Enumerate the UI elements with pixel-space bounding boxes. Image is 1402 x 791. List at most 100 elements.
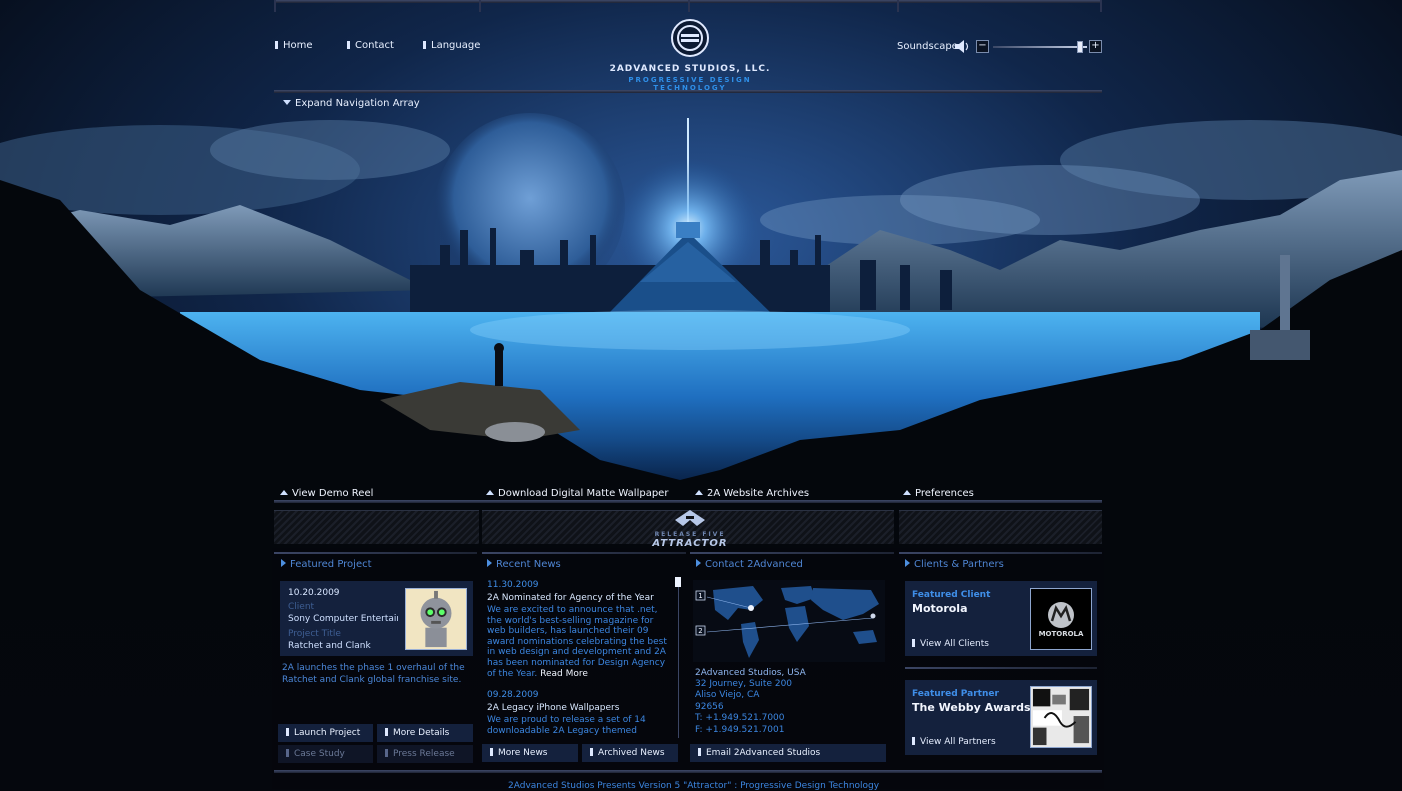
motorola-logo[interactable]: MOTOROLA xyxy=(1030,588,1092,650)
nav-language-label: Language xyxy=(431,40,481,51)
tab-preferences[interactable]: Preferences xyxy=(903,488,974,499)
button-label: Case Study xyxy=(294,749,345,759)
email-studios-button[interactable]: Email 2Advanced Studios xyxy=(690,744,886,762)
attractor-emblem-icon xyxy=(675,510,705,526)
stripe-band xyxy=(899,510,1102,544)
clients-partners-header: Clients & Partners xyxy=(905,559,1004,570)
expand-navigation-toggle[interactable]: Expand Navigation Array xyxy=(283,98,420,109)
press-release-button[interactable]: Press Release xyxy=(377,745,473,763)
nav-contact-label: Contact xyxy=(355,40,394,51)
project-description: 2A launches the phase 1 overhaul of the … xyxy=(282,663,465,685)
featured-partner-label: Featured Partner xyxy=(912,689,999,699)
case-study-button[interactable]: Case Study xyxy=(278,745,373,763)
bullet-bar-icon xyxy=(912,639,915,647)
featured-project-title: Featured Project xyxy=(290,559,372,570)
tab-label: View Demo Reel xyxy=(292,488,374,499)
contact-fax: F: +1.949.521.7001 xyxy=(695,725,785,735)
featured-project-header: Featured Project xyxy=(281,559,372,570)
chevron-up-icon xyxy=(486,490,494,495)
launch-project-button[interactable]: Launch Project xyxy=(278,724,373,742)
nav-home-link[interactable]: Home xyxy=(275,40,313,51)
release-five-badge: RELEASE FIVE ATTRACTOR xyxy=(640,510,740,549)
news-date: 09.28.2009 xyxy=(487,690,539,701)
tabs-frame-line xyxy=(274,500,1102,503)
featured-partner-name: The Webby Awards xyxy=(912,701,1031,714)
volume-slider-handle[interactable] xyxy=(1077,41,1084,53)
tab-download-wallpaper[interactable]: Download Digital Matte Wallpaper xyxy=(486,488,668,499)
chevron-right-icon xyxy=(487,559,492,567)
contact-header: Contact 2Advanced xyxy=(696,559,803,570)
recent-news-title: Recent News xyxy=(496,559,561,570)
tab-website-archives[interactable]: 2A Website Archives xyxy=(695,488,809,499)
section-rule xyxy=(899,552,1102,554)
project-title-label: Project Title xyxy=(288,629,341,639)
view-all-partners-link[interactable]: View All Partners xyxy=(912,737,996,747)
bullet-bar-icon xyxy=(490,748,493,756)
view-all-clients-link[interactable]: View All Clients xyxy=(912,639,989,649)
map-marker-2-label: 2 xyxy=(698,627,702,635)
more-details-button[interactable]: More Details xyxy=(377,724,473,742)
news-scrollbar-thumb[interactable] xyxy=(675,577,681,587)
button-label: Archived News xyxy=(598,748,665,758)
robot-thumbnail-image[interactable] xyxy=(405,588,467,650)
project-date: 10.20.2009 xyxy=(288,588,340,598)
button-label: More News xyxy=(498,748,548,758)
archived-news-button[interactable]: Archived News xyxy=(582,744,678,762)
world-map-image[interactable]: 1 2 xyxy=(693,580,885,662)
news-title[interactable]: 2A Nominated for Agency of the Year xyxy=(487,593,667,603)
nav-contact-link[interactable]: Contact xyxy=(347,40,394,51)
volume-down-button[interactable]: − xyxy=(976,40,989,53)
bullet-bar-icon xyxy=(385,728,388,736)
frame-divider xyxy=(1100,0,1102,12)
client-value: Sony Computer Entertainment xyxy=(288,614,398,624)
logo-company-name: 2ADVANCED STUDIOS, LLC. xyxy=(609,64,771,74)
nav-language-link[interactable]: Language xyxy=(423,40,480,51)
frame-divider xyxy=(479,0,481,12)
chevron-up-icon xyxy=(280,490,288,495)
bottom-frame-line xyxy=(274,770,1102,773)
bullet-bar-icon xyxy=(385,749,388,757)
chevron-right-icon xyxy=(281,559,286,567)
webby-awards-logo[interactable] xyxy=(1030,686,1092,748)
bullet-bar-icon xyxy=(347,41,350,49)
tab-label: 2A Website Archives xyxy=(707,488,810,499)
read-more-link[interactable]: Read More xyxy=(540,669,588,679)
bullet-bar-icon xyxy=(286,728,289,736)
bullet-bar-icon xyxy=(286,749,289,757)
stripe-band xyxy=(274,510,479,544)
featured-client-label: Featured Client xyxy=(912,590,991,600)
volume-slider-track[interactable] xyxy=(993,46,1087,48)
motorola-logo-text: MOTOROLA xyxy=(1038,630,1084,638)
link-label: View All Partners xyxy=(920,737,996,747)
bullet-bar-icon xyxy=(912,737,915,745)
expand-nav-label: Expand Navigation Array xyxy=(295,98,420,109)
tab-label: Download Digital Matte Wallpaper xyxy=(498,488,669,499)
release-subtitle: RELEASE FIVE xyxy=(654,531,726,538)
frame-divider xyxy=(897,0,899,12)
recent-news-header: Recent News xyxy=(487,559,561,570)
link-label: View All Clients xyxy=(920,639,989,649)
tab-view-demo-reel[interactable]: View Demo Reel xyxy=(280,488,373,499)
news-scrollbar-track[interactable] xyxy=(678,578,679,738)
news-body: We are proud to release a set of 14 down… xyxy=(487,715,646,736)
contact-company: 2Advanced Studios, USA xyxy=(695,668,806,678)
button-label: Launch Project xyxy=(294,728,361,738)
frame-divider xyxy=(274,0,276,12)
news-title[interactable]: 2A Legacy iPhone Wallpapers xyxy=(487,703,667,713)
contact-title: Contact 2Advanced xyxy=(705,559,803,570)
news-scroll-area[interactable]: 11.30.2009 2A Nominated for Agency of th… xyxy=(482,578,672,738)
more-news-button[interactable]: More News xyxy=(482,744,578,762)
contact-city: Aliso Viejo, CA xyxy=(695,690,760,700)
bullet-bar-icon xyxy=(590,748,593,756)
news-body: We are excited to announce that .net, th… xyxy=(487,605,667,679)
chevron-down-icon xyxy=(283,100,291,105)
client-label: Client xyxy=(288,602,315,612)
frame-divider xyxy=(688,0,690,12)
bullet-bar-icon xyxy=(698,748,701,756)
volume-up-button[interactable]: + xyxy=(1089,40,1102,53)
speaker-icon[interactable] xyxy=(954,39,969,54)
chevron-up-icon xyxy=(903,490,911,495)
site-logo[interactable]: 2ADVANCED STUDIOS, LLC. PROGRESSIVE DESI… xyxy=(598,18,782,92)
section-rule xyxy=(482,552,686,554)
featured-client-name: Motorola xyxy=(912,602,968,615)
